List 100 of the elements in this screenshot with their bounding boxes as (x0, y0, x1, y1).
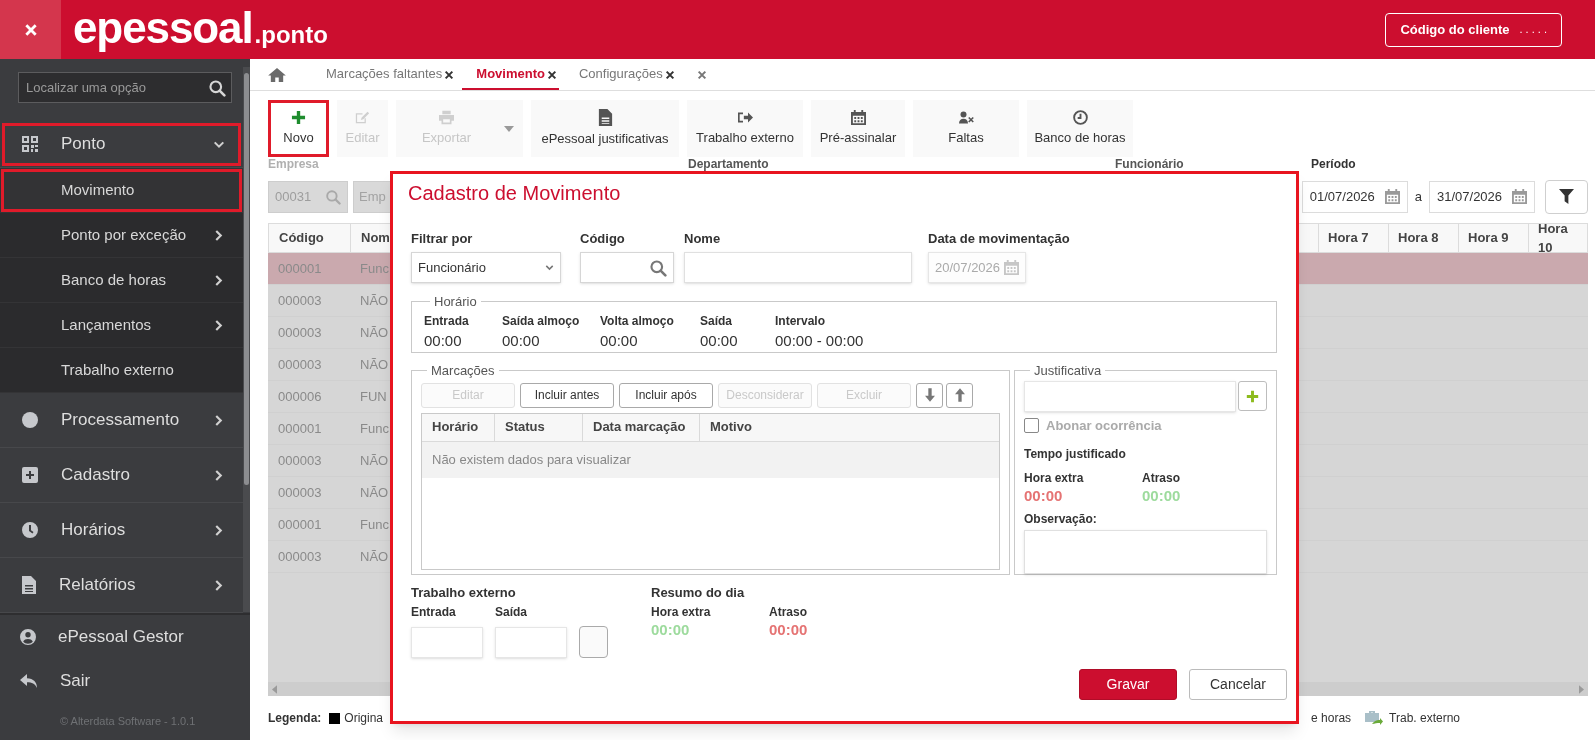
table-cell-text: 000003 (277, 323, 323, 342)
edit-icon (355, 109, 370, 125)
filter-dropdown[interactable]: Funcionário (411, 252, 561, 283)
table-cell-text: NÃO (359, 451, 389, 470)
code-field[interactable] (580, 252, 674, 283)
menu-item[interactable]: Cadastro (0, 448, 243, 503)
toolbar-button[interactable]: Novo (268, 100, 329, 157)
action-button[interactable]: Incluir após (619, 382, 713, 408)
search-icon (325, 188, 341, 205)
scroll-right-icon[interactable] (1579, 684, 1584, 694)
search-field[interactable]: Localizar uma opção (18, 72, 232, 103)
field-label: Observação: (1024, 511, 1098, 528)
column-header[interactable]: Status (495, 413, 583, 441)
add-button[interactable] (1238, 381, 1267, 411)
filter-button[interactable] (1545, 179, 1588, 214)
close-icon[interactable] (664, 69, 675, 80)
field-label: Data de movimentação (928, 231, 1070, 247)
menu-item[interactable]: ePessoal Gestor (0, 615, 250, 659)
table-cell-text: NÃO (359, 483, 389, 502)
field-label: Volta almoço (600, 312, 675, 330)
submenu-item[interactable]: Movimento (0, 168, 243, 213)
note-field[interactable] (1024, 530, 1267, 574)
column-header[interactable]: Motivo (700, 413, 999, 441)
name-field[interactable] (684, 252, 912, 283)
calendar-icon (1004, 260, 1019, 275)
search-icon (649, 258, 667, 277)
menu-item[interactable]: Ponto (0, 121, 243, 168)
clock-icon (22, 522, 38, 538)
legend-title: Legenda: (268, 710, 322, 727)
toolbar-button[interactable]: Trabalho externo (687, 100, 803, 157)
toolbar-button[interactable]: Pré-assinalar (811, 100, 905, 157)
client-code-button[interactable]: Código do cliente . . . . . (1385, 12, 1562, 47)
checkbox-label: Abonar ocorrência (1046, 416, 1162, 435)
date-field[interactable]: 01/07/2026 (1301, 180, 1408, 213)
circle-icon (22, 412, 38, 428)
chevron-right-icon (214, 468, 223, 482)
scrollbar-thumb[interactable] (244, 73, 249, 485)
field-label: Saída almoço (502, 312, 581, 330)
square-button[interactable] (579, 626, 608, 658)
column-header[interactable]: Horário (422, 413, 495, 441)
column-header[interactable]: Hora 9 (1458, 224, 1528, 252)
tab[interactable]: Movimento (462, 59, 559, 90)
section-title: Resumo do dia (651, 584, 746, 601)
chevron-right-icon (214, 523, 223, 537)
tab[interactable]: Configurações (564, 59, 677, 90)
table-cell-text: NÃO (359, 355, 389, 374)
suitcase-arrow-icon (1363, 709, 1384, 727)
time-value: 00:00 (1142, 487, 1181, 504)
plus-icon (291, 109, 306, 125)
time-field[interactable] (411, 627, 483, 658)
arrow-down-icon (924, 388, 935, 402)
legend-label: Trab. externo (1389, 710, 1460, 727)
user-cross-icon (958, 109, 974, 125)
close-icon[interactable] (546, 69, 557, 80)
empty-message: Não existem dados para visualizar (422, 441, 999, 478)
printer-icon (439, 109, 454, 125)
field-label: Empresa (268, 157, 320, 171)
toolbar-button[interactable]: Faltas (913, 100, 1019, 157)
calendar-icon (1512, 189, 1527, 204)
table-cell-text: Func (359, 419, 389, 438)
column-header[interactable]: Hora 8 (1388, 224, 1458, 252)
time-value: 00:00 (502, 330, 541, 351)
time-value: 00:00 (700, 330, 739, 351)
action-button[interactable]: Incluir antes (520, 382, 614, 408)
close-icon[interactable] (444, 69, 455, 80)
save-button[interactable]: Gravar (1079, 669, 1177, 700)
home-icon[interactable] (268, 67, 286, 82)
cancel-button[interactable]: Cancelar (1189, 669, 1287, 700)
close-icon (23, 22, 38, 37)
chevron-down-icon (545, 264, 554, 271)
chevron-right-icon (214, 273, 223, 287)
section-title: Tempo justificado (1024, 446, 1127, 463)
table-cell-text: 000001 (277, 515, 323, 534)
toolbar-button[interactable]: ePessoal justificativas (531, 100, 679, 157)
chevron-down-icon (213, 139, 225, 149)
field-label: Saída (495, 604, 528, 621)
time-field[interactable] (495, 627, 567, 658)
field-label: Hora extra (1024, 470, 1085, 487)
move-up-button[interactable] (946, 382, 973, 408)
time-value: 00:00 (600, 330, 639, 351)
time-value: 00:00 (769, 621, 808, 638)
column-header[interactable]: Data marcação (583, 413, 700, 441)
date-field[interactable]: 31/07/2026 (1429, 180, 1535, 213)
tab[interactable]: Marcações faltantes (312, 59, 457, 90)
menu-item[interactable]: Sair (0, 659, 250, 703)
menu-item[interactable]: Relatórios (0, 558, 243, 613)
justification-field[interactable] (1024, 380, 1236, 412)
column-header[interactable]: Código (269, 224, 351, 252)
column-header[interactable]: Hora 10 (1528, 224, 1587, 252)
move-down-button[interactable] (916, 382, 943, 408)
toolbar-button[interactable]: Banco de horas (1027, 100, 1133, 157)
field-label: Entrada (411, 604, 457, 621)
document-icon (597, 108, 613, 126)
column-header[interactable]: Hora 7 (1318, 224, 1388, 252)
close-button[interactable] (0, 0, 61, 59)
calendar-icon (850, 109, 866, 125)
field-label: Departamento (688, 157, 770, 171)
logo-wordmark: epessoal (73, 6, 253, 50)
scroll-left-icon[interactable] (272, 684, 277, 694)
field-label: Atraso (1142, 470, 1181, 487)
